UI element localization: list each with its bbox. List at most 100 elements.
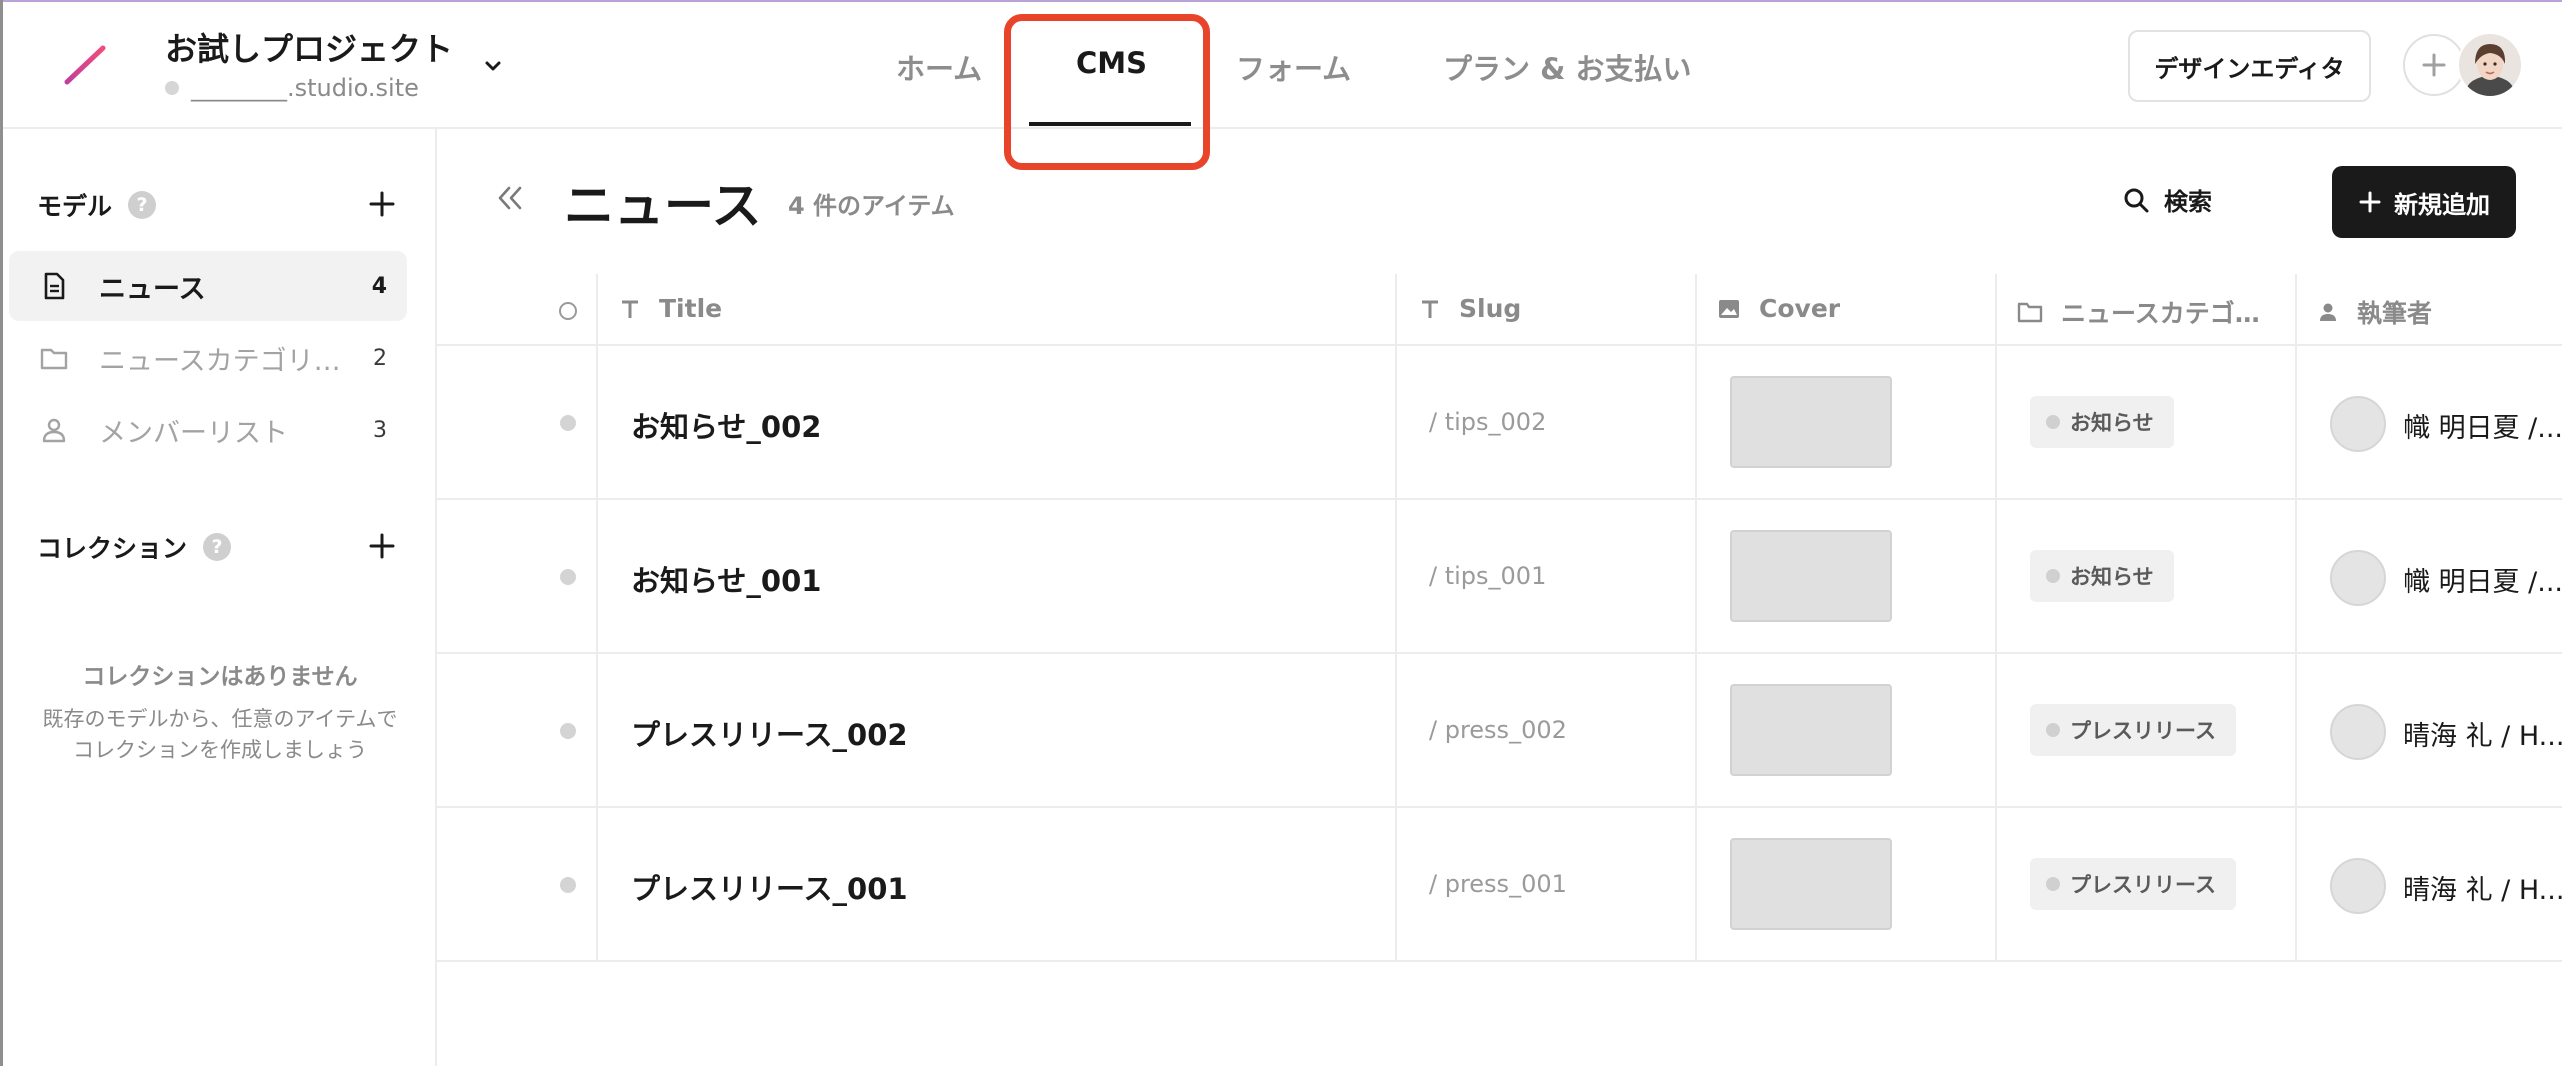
collections-heading-label: コレクション [37,534,188,563]
badge-dot [2046,877,2060,891]
add-new-label: 新規追加 [2394,190,2490,219]
category-badge: プレスリリース [2030,858,2236,910]
design-editor-button[interactable]: デザインエディタ [2128,30,2371,102]
column-header-label: Title [659,294,723,323]
column-divider [1995,346,1997,498]
sidebar-item-news[interactable]: ニュース 4 [9,251,407,321]
empty-desc-line: 既存のモデルから、任意のアイテムで [42,707,398,731]
column-divider [1395,500,1397,652]
tab-home[interactable]: ホーム [896,46,982,88]
site-status-dot [165,81,179,95]
author-avatar [2330,858,2386,914]
sidebar-item-count: 2 [373,345,387,371]
category-label: プレスリリース [2070,873,2216,897]
column-divider [1995,654,1997,806]
column-divider [596,808,598,960]
column-header-cover[interactable]: Cover [1717,294,1840,323]
category-badge: プレスリリース [2030,704,2236,756]
table-row[interactable]: お知らせ_002 / tips_002 お知らせ 幟 明日夏 /... [437,346,2562,500]
collections-heading: コレクション ? [37,529,232,565]
column-divider [1995,808,1997,960]
add-member-button[interactable] [2403,34,2465,96]
search-button[interactable]: 検索 [2122,182,2212,217]
empty-desc-line: コレクションを作成しましょう [73,738,367,762]
column-divider [596,274,598,344]
table-row[interactable]: お知らせ_001 / tips_001 お知らせ 幟 明日夏 /... [437,500,2562,654]
table-row[interactable]: プレスリリース_002 / press_002 プレスリリース 晴海 礼 / H… [437,654,2562,808]
project-domain: ________.studio.site [165,74,419,102]
table-header: Title Slug Cover ニュースカテゴ… 執筆者 [437,274,2562,346]
project-domain-text: ________.studio.site [191,74,419,102]
badge-dot [2046,723,2060,737]
column-divider [2295,654,2297,806]
add-collection-plus-icon[interactable] [367,531,397,561]
collapse-sidebar-icon[interactable] [494,182,526,214]
plus-icon [2422,53,2446,77]
column-divider [596,346,598,498]
cover-image-placeholder [1730,684,1892,776]
add-model-plus-icon[interactable] [367,189,397,219]
project-name[interactable]: お試しプロジェクト [165,24,453,70]
column-header-slug[interactable]: Slug [1419,294,1521,323]
cell-author: 晴海 礼 / H... [2403,721,2562,752]
person-icon [2320,303,2336,321]
item-count: 4 件のアイテム [788,192,955,220]
cell-slug: / press_002 [1429,716,1567,744]
add-new-item-button[interactable]: 新規追加 [2332,166,2516,238]
badge-dot [2046,569,2060,583]
tab-forms[interactable]: フォーム [1236,46,1351,88]
help-icon[interactable]: ? [203,533,232,561]
empty-collections-title: コレクションはありません [82,664,358,690]
category-label: プレスリリース [2070,719,2216,743]
sidebar-item-label: ニュースカテゴリ… [99,345,341,377]
column-divider [596,654,598,806]
cell-slug: / tips_001 [1429,562,1547,590]
studio-logo-icon[interactable] [61,44,111,94]
cell-title: プレスリリース_001 [631,872,908,906]
cell-slug: / tips_002 [1429,408,1547,436]
text-type-icon [1422,300,1438,318]
column-divider [2295,346,2297,498]
column-header-label: Slug [1459,294,1522,323]
author-avatar [2330,704,2386,760]
sidebar-item-count: 3 [373,417,387,443]
search-icon [2124,188,2149,212]
row-status-dot[interactable] [560,569,576,585]
top-header: お試しプロジェクト ________.studio.site ホーム CMS フ… [3,2,2562,129]
folder-icon [2017,302,2043,323]
row-status-dot[interactable] [560,877,576,893]
column-divider [2295,274,2297,344]
help-icon[interactable]: ? [128,191,157,219]
category-badge: お知らせ [2030,396,2174,448]
column-header-title[interactable]: Title [619,294,722,323]
column-divider [1995,274,1997,344]
column-header-label: ニュースカテゴ… [2061,299,2260,328]
column-divider [1695,500,1697,652]
category-label: お知らせ [2070,565,2154,589]
sidebar-item-label: ニュース [99,273,206,305]
text-type-icon [622,300,638,318]
category-label: お知らせ [2070,411,2154,435]
cell-title: お知らせ_001 [631,564,822,598]
cell-author: 幟 明日夏 /... [2403,567,2562,598]
select-all-checkbox[interactable] [559,302,577,320]
column-divider [2295,500,2297,652]
sidebar-item-news-category[interactable]: ニュースカテゴリ… 2 [9,323,407,393]
column-header-author[interactable]: 執筆者 [2317,294,2432,330]
plus-icon [2359,191,2381,213]
sidebar-item-member-list[interactable]: メンバーリスト 3 [9,395,407,465]
column-divider [1695,654,1697,806]
user-avatar[interactable] [2457,32,2523,98]
tab-plan-billing[interactable]: プラン & お支払い [1443,46,1691,88]
sidebar-item-label: メンバーリスト [99,417,288,449]
category-badge: お知らせ [2030,550,2174,602]
chevron-down-icon[interactable] [479,52,507,80]
cover-image-placeholder [1730,838,1892,930]
row-status-dot[interactable] [560,723,576,739]
table-row[interactable]: プレスリリース_001 / press_001 プレスリリース 晴海 礼 / H… [437,808,2562,962]
author-avatar [2330,396,2386,452]
image-icon [1719,299,1739,318]
row-status-dot[interactable] [560,415,576,431]
cell-slug: / press_001 [1429,870,1567,898]
column-header-news-category[interactable]: ニュースカテゴ… [2017,294,2260,330]
